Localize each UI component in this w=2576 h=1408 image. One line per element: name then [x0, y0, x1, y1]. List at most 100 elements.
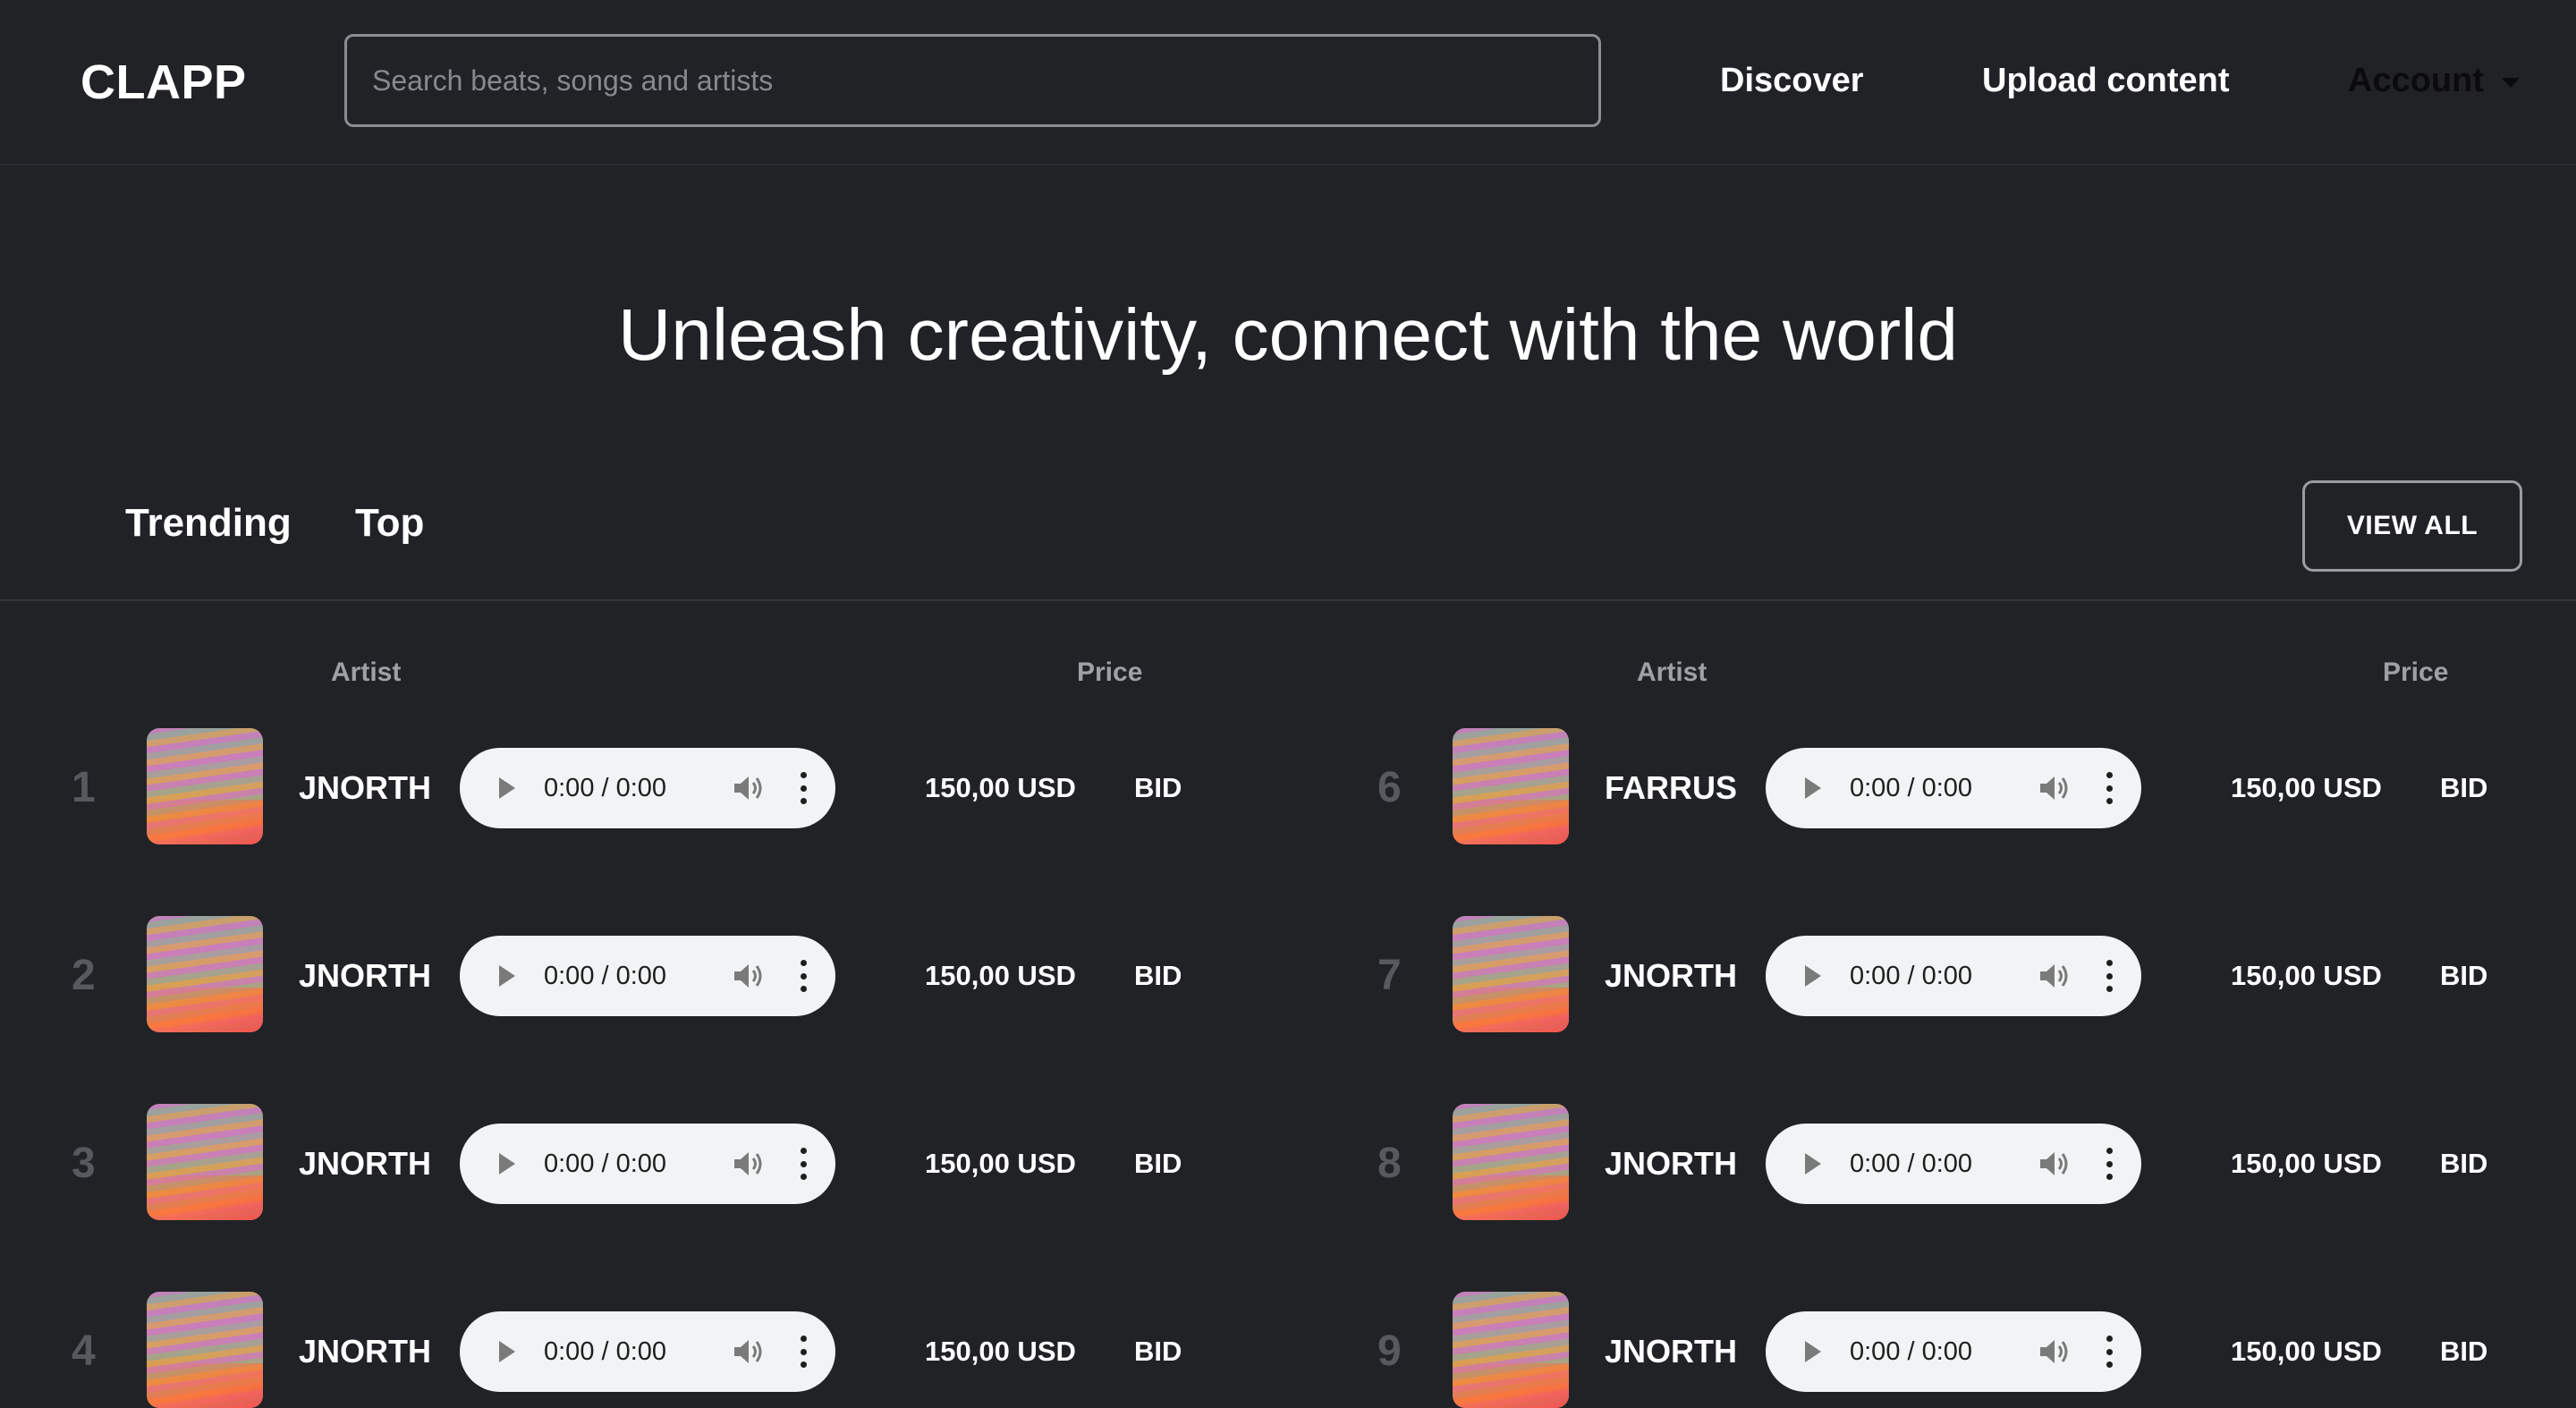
track-artist-name[interactable]: JNORTH	[1605, 1141, 1737, 1186]
track-rank: 4	[72, 1327, 96, 1375]
nav-upload-content-link[interactable]: Upload content	[1982, 55, 2230, 106]
audio-player[interactable]: 0:00 / 0:00	[460, 748, 835, 828]
volume-icon[interactable]	[732, 1337, 764, 1366]
audio-player[interactable]: 0:00 / 0:00	[1766, 1124, 2141, 1204]
track-cover-image[interactable]	[147, 1104, 263, 1220]
volume-icon[interactable]	[732, 774, 764, 802]
account-label: Account	[2348, 62, 2484, 99]
track-row: 6 FARRUS 0:00 / 0:00 150,00 USD BID	[1306, 717, 2576, 905]
track-price: 150,00 USD	[2231, 960, 2382, 991]
bid-button[interactable]: BID	[2440, 955, 2487, 997]
more-options-icon[interactable]	[2104, 1148, 2114, 1180]
more-options-icon[interactable]	[798, 1148, 809, 1180]
volume-icon[interactable]	[2038, 1337, 2070, 1366]
track-row: 8 JNORTH 0:00 / 0:00 150,00 USD BID	[1306, 1093, 2576, 1281]
track-price: 150,00 USD	[925, 772, 1076, 803]
track-artist-name[interactable]: JNORTH	[299, 954, 431, 998]
view-all-button[interactable]: VIEW ALL	[2302, 480, 2522, 572]
track-cover-image[interactable]	[1453, 1104, 1569, 1220]
track-rank: 6	[1377, 764, 1402, 811]
play-icon[interactable]	[1805, 1153, 1821, 1175]
track-list-right: Artist Price 6 FARRUS 0:00 / 0:00 150,00…	[1306, 601, 2576, 1408]
track-cover-image[interactable]	[1453, 1292, 1569, 1408]
track-artist-name[interactable]: JNORTH	[299, 766, 431, 810]
volume-icon[interactable]	[2038, 962, 2070, 990]
track-row: 2 JNORTH 0:00 / 0:00 150,00 USD BID	[0, 905, 1306, 1093]
page: CLAPP Discover Upload content Account Un…	[0, 0, 2576, 1408]
track-artist-name[interactable]: JNORTH	[1605, 954, 1737, 998]
bid-button[interactable]: BID	[1134, 955, 1182, 997]
audio-time: 0:00 / 0:00	[1850, 1149, 1973, 1178]
logo[interactable]: CLAPP	[80, 54, 247, 111]
nav-discover-link[interactable]: Discover	[1720, 55, 1864, 106]
more-options-icon[interactable]	[2104, 772, 2114, 804]
play-icon[interactable]	[499, 965, 515, 987]
tab-trending[interactable]: Trending	[125, 496, 292, 550]
volume-icon[interactable]	[2038, 1149, 2070, 1178]
track-row: 3 JNORTH 0:00 / 0:00 150,00 USD BID	[0, 1093, 1306, 1281]
chevron-down-icon	[2502, 77, 2520, 88]
track-artist-name[interactable]: JNORTH	[299, 1141, 431, 1186]
more-options-icon[interactable]	[2104, 960, 2114, 992]
audio-player[interactable]: 0:00 / 0:00	[460, 1124, 835, 1204]
play-icon[interactable]	[499, 1341, 515, 1362]
search-input[interactable]	[347, 37, 1598, 124]
track-row: 9 JNORTH 0:00 / 0:00 150,00 USD BID	[1306, 1281, 2576, 1408]
play-icon[interactable]	[499, 777, 515, 799]
audio-player[interactable]: 0:00 / 0:00	[1766, 936, 2141, 1016]
track-list-left: Artist Price 1 JNORTH 0:00 / 0:00 150,00…	[0, 601, 1306, 1408]
track-artist-name[interactable]: JNORTH	[299, 1329, 431, 1374]
track-row: 4 JNORTH 0:00 / 0:00 150,00 USD BID	[0, 1281, 1306, 1408]
volume-icon[interactable]	[732, 962, 764, 990]
play-icon[interactable]	[1805, 1341, 1821, 1362]
bid-button[interactable]: BID	[2440, 1143, 2487, 1184]
track-cover-image[interactable]	[1453, 916, 1569, 1032]
bid-button[interactable]: BID	[1134, 768, 1182, 809]
track-rank: 2	[72, 952, 96, 999]
audio-time: 0:00 / 0:00	[544, 774, 667, 802]
chart-tabs-bar: Trending Top VIEW ALL	[0, 479, 2576, 601]
track-row: 7 JNORTH 0:00 / 0:00 150,00 USD BID	[1306, 905, 2576, 1093]
column-header-price: Price	[2383, 657, 2449, 687]
more-options-icon[interactable]	[2104, 1336, 2114, 1368]
audio-player[interactable]: 0:00 / 0:00	[460, 1311, 835, 1392]
column-header-price: Price	[1077, 657, 1143, 687]
track-rank: 3	[72, 1140, 96, 1187]
track-artist-name[interactable]: JNORTH	[1605, 1329, 1737, 1374]
track-artist-name[interactable]: FARRUS	[1605, 766, 1737, 810]
tab-top[interactable]: Top	[355, 496, 424, 550]
more-options-icon[interactable]	[798, 960, 809, 992]
track-rank: 8	[1377, 1140, 1402, 1187]
audio-player[interactable]: 0:00 / 0:00	[1766, 1311, 2141, 1392]
bid-button[interactable]: BID	[1134, 1331, 1182, 1372]
play-icon[interactable]	[499, 1153, 515, 1175]
track-cover-image[interactable]	[147, 1292, 263, 1408]
search-box[interactable]	[344, 34, 1601, 127]
volume-icon[interactable]	[2038, 774, 2070, 802]
track-row: 1 JNORTH 0:00 / 0:00 150,00 USD BID	[0, 717, 1306, 905]
audio-time: 0:00 / 0:00	[544, 962, 667, 990]
track-price: 150,00 USD	[2231, 1336, 2382, 1367]
volume-icon[interactable]	[732, 1149, 764, 1178]
audio-player[interactable]: 0:00 / 0:00	[1766, 748, 2141, 828]
bid-button[interactable]: BID	[2440, 768, 2487, 809]
more-options-icon[interactable]	[798, 772, 809, 804]
track-price: 150,00 USD	[2231, 1148, 2382, 1179]
more-options-icon[interactable]	[798, 1336, 809, 1368]
audio-time: 0:00 / 0:00	[1850, 774, 1973, 802]
track-cover-image[interactable]	[147, 916, 263, 1032]
audio-time: 0:00 / 0:00	[544, 1337, 667, 1366]
play-icon[interactable]	[1805, 777, 1821, 799]
track-rank: 1	[72, 764, 96, 811]
audio-time: 0:00 / 0:00	[1850, 962, 1973, 990]
bid-button[interactable]: BID	[2440, 1331, 2487, 1372]
play-icon[interactable]	[1805, 965, 1821, 987]
audio-time: 0:00 / 0:00	[544, 1149, 667, 1178]
bid-button[interactable]: BID	[1134, 1143, 1182, 1184]
track-cover-image[interactable]	[1453, 728, 1569, 844]
audio-player[interactable]: 0:00 / 0:00	[460, 936, 835, 1016]
track-cover-image[interactable]	[147, 728, 263, 844]
top-navbar: CLAPP Discover Upload content Account	[0, 0, 2576, 165]
account-dropdown[interactable]: Account	[2348, 55, 2520, 106]
track-price: 150,00 USD	[925, 1148, 1076, 1179]
